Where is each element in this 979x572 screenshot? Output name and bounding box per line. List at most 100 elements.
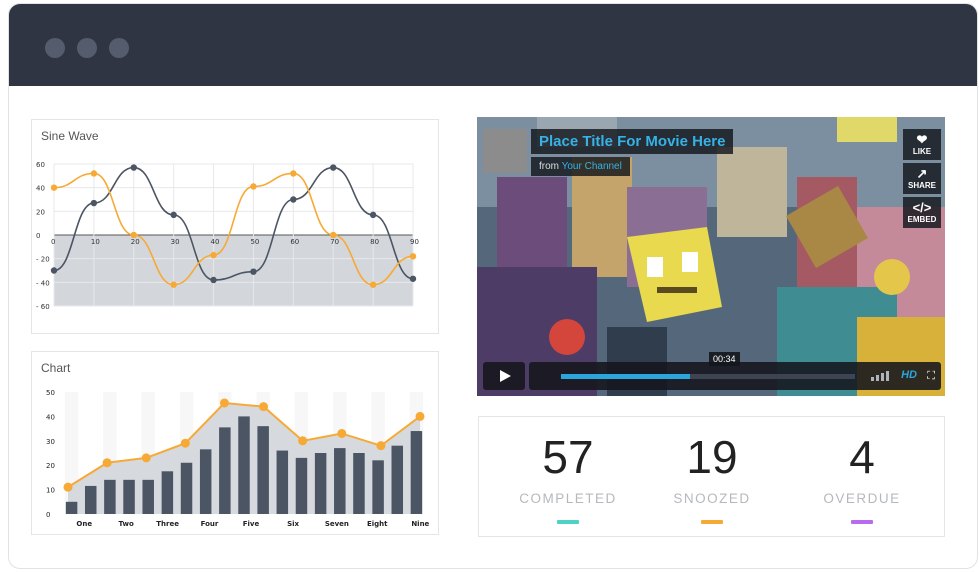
- data-point: [415, 411, 425, 421]
- stat-color-bar: [701, 520, 723, 524]
- embed-button[interactable]: </> EMBED: [903, 197, 941, 228]
- data-point: [130, 231, 137, 239]
- minimize-dot[interactable]: [77, 38, 97, 58]
- sine-wave-chart: 60 40 20 0 - 20 - 40 - 60 0 10 20 30 40 50 60 70 80 90: [36, 161, 419, 311]
- data-point: [376, 441, 386, 451]
- y-tick-label: - 40: [36, 279, 50, 287]
- data-point: [50, 184, 58, 191]
- bar: [372, 460, 384, 514]
- data-point: [409, 275, 417, 282]
- stat-value: 4: [849, 431, 875, 483]
- data-point: [250, 268, 257, 275]
- data-point: [219, 398, 229, 408]
- x-tick-label: Five: [243, 520, 260, 528]
- bar: [123, 479, 135, 514]
- bar: [142, 479, 154, 514]
- data-point: [141, 453, 151, 463]
- x-tick-label: 70: [330, 238, 339, 246]
- data-point: [290, 170, 297, 177]
- stat-label: COMPLETED: [519, 491, 617, 506]
- time-tooltip: 00:34: [709, 352, 740, 366]
- y-tick-label: 50: [46, 389, 55, 397]
- stat-snoozed: 19 SNOOZED: [637, 417, 787, 524]
- stat-label: OVERDUE: [823, 491, 901, 506]
- bar: [276, 450, 289, 514]
- data-point: [102, 458, 112, 468]
- y-tick-label: - 20: [36, 256, 50, 264]
- control-bar: 00:34 HD ⛶: [529, 352, 941, 390]
- y-tick-label: 0: [46, 511, 50, 519]
- bar: [334, 448, 346, 514]
- maximize-dot[interactable]: [109, 38, 129, 58]
- x-tick-label: Two: [119, 520, 134, 528]
- progress-fill: [561, 374, 691, 379]
- progress-track[interactable]: 00:34: [561, 352, 855, 379]
- y-tick-label: 20: [36, 208, 45, 216]
- bar: [391, 445, 404, 514]
- x-tick-label: 30: [171, 238, 180, 246]
- video-player[interactable]: Place Title For Movie Here from Your Cha…: [477, 117, 945, 396]
- like-button[interactable]: ❤ LIKE: [903, 129, 941, 160]
- bar: [314, 453, 327, 514]
- channel-name[interactable]: Your Channel: [562, 161, 622, 172]
- x-tick-label: 90: [410, 238, 419, 246]
- x-tick-label: Four: [201, 520, 219, 528]
- stat-label: SNOOZED: [673, 491, 751, 506]
- y-tick-label: 0: [36, 232, 40, 240]
- x-tick-label: 80: [370, 238, 379, 246]
- data-point: [337, 428, 347, 438]
- x-tick-label: 10: [91, 238, 100, 246]
- y-tick-label: 40: [46, 413, 55, 421]
- stat-color-bar: [851, 520, 873, 524]
- stat-value: 19: [686, 431, 738, 483]
- x-tick-label: 60: [290, 238, 299, 246]
- data-point: [330, 164, 337, 171]
- video-controls: 00:34 HD ⛶: [477, 352, 945, 396]
- stat-overdue: 4 OVERDUE: [787, 417, 937, 524]
- bar: [238, 416, 250, 514]
- hd-toggle[interactable]: HD: [901, 369, 917, 381]
- video-title[interactable]: Place Title For Movie Here: [531, 129, 734, 154]
- data-point: [330, 231, 337, 239]
- bar-chart: 0 10 20 30 40 50 One Two Three Four Five Six Seven Ei…: [46, 389, 430, 528]
- x-tick-label: 40: [211, 238, 220, 246]
- like-label: LIKE: [912, 147, 932, 156]
- data-point: [170, 211, 177, 219]
- channel-avatar[interactable]: [483, 129, 527, 173]
- y-tick-label: 30: [46, 438, 55, 446]
- bar: [65, 501, 78, 514]
- x-tick-label: 20: [131, 238, 140, 246]
- share-button[interactable]: ↗ SHARE: [903, 163, 941, 194]
- x-tick-label: Nine: [411, 520, 429, 528]
- bar: [199, 449, 212, 514]
- bar: [295, 457, 308, 514]
- sine-wave-panel: Sine Wave 60 40 20 0- 20- 40- 60 0 10 20 30 40 50…: [31, 119, 439, 334]
- x-tick-label: Three: [156, 520, 179, 528]
- data-point: [90, 170, 98, 177]
- y-tick-label: 10: [46, 487, 55, 495]
- close-dot[interactable]: [45, 38, 65, 58]
- fullscreen-icon[interactable]: ⛶: [927, 370, 935, 383]
- play-button[interactable]: [483, 362, 525, 390]
- video-channel[interactable]: from Your Channel: [531, 157, 630, 176]
- stat-value: 57: [542, 431, 594, 483]
- stats-panel: 57 COMPLETED 19 SNOOZED 4 OVERDUE: [478, 416, 945, 537]
- bar-chart-panel: Chart 0 10 20 30 40 50 One Two Three Four Five Six S…: [31, 351, 439, 535]
- data-point: [180, 438, 190, 448]
- volume-icon[interactable]: [871, 371, 893, 381]
- data-point: [369, 211, 377, 219]
- data-point: [90, 199, 98, 207]
- bar: [84, 485, 97, 514]
- x-tick-label: One: [76, 520, 92, 528]
- share-label: SHARE: [907, 181, 936, 190]
- data-point: [290, 196, 297, 203]
- bar: [161, 471, 174, 514]
- data-point: [250, 183, 257, 190]
- title-bar: [9, 4, 977, 86]
- bar: [257, 426, 269, 514]
- x-tick-label: Six: [287, 520, 299, 528]
- data-point: [170, 281, 177, 288]
- bar: [180, 462, 193, 514]
- bar: [219, 427, 231, 514]
- stat-color-bar: [557, 520, 579, 524]
